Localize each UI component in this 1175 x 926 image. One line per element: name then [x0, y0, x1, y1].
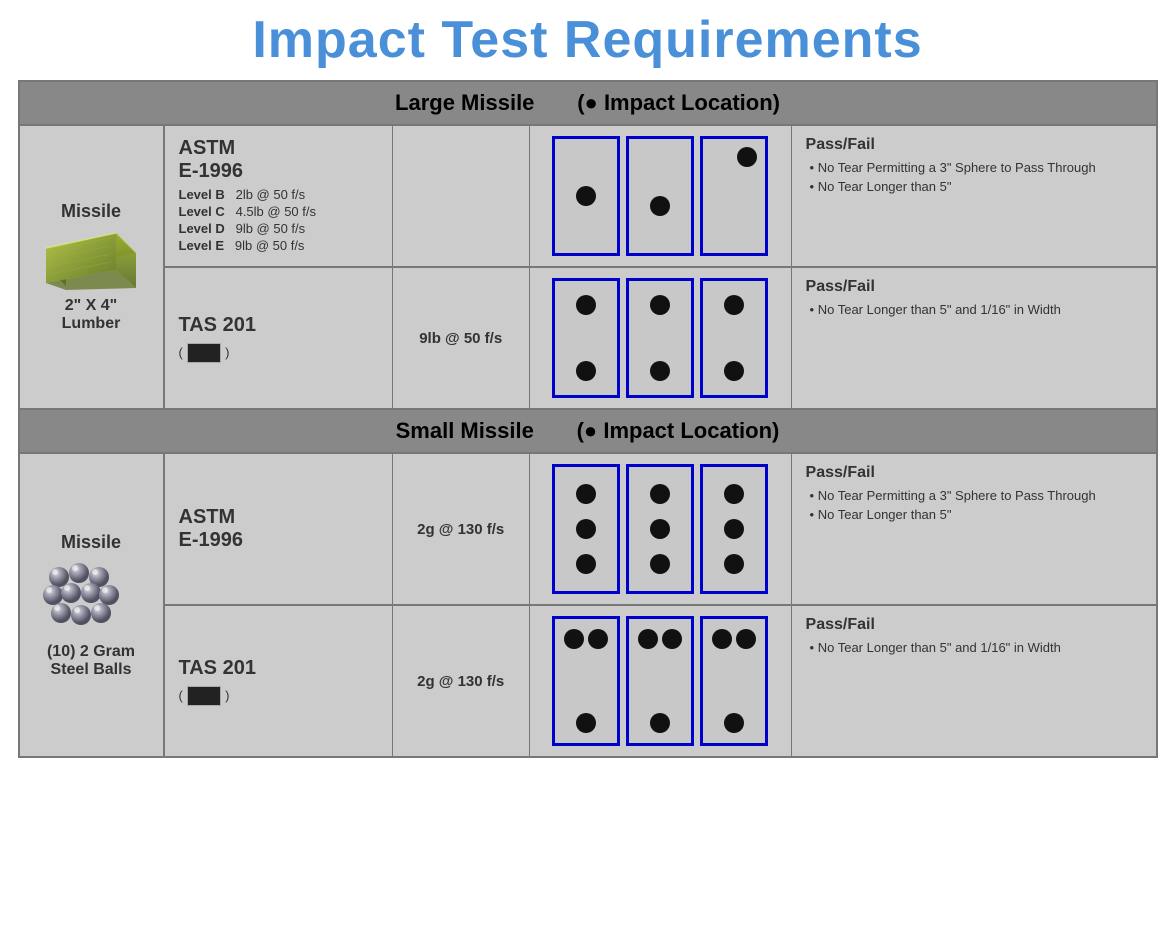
impact-box-1 — [552, 136, 620, 256]
small-astm-spec: 2g @ 130 f/s — [392, 453, 529, 605]
impact-dot — [650, 484, 670, 504]
large-tas-row: TAS 201 ( ) 9lb @ 50 f/s — [19, 267, 1157, 409]
large-astm-spec — [392, 125, 529, 267]
impact-dot — [576, 361, 596, 381]
tas-badge-small — [187, 686, 220, 706]
impact-dot — [576, 484, 596, 504]
impact-dot — [724, 519, 744, 539]
small-astm-passfail: Pass/Fail No Tear Permitting a 3" Sphere… — [791, 453, 1156, 605]
large-astm-passfail: Pass/Fail No Tear Permitting a 3" Sphere… — [791, 125, 1156, 267]
small-astm-row: Missile — [19, 453, 1157, 605]
impact-box-4 — [552, 278, 620, 398]
large-astm-diagrams — [529, 125, 791, 267]
impact-dot — [724, 295, 744, 315]
impact-dot — [650, 196, 670, 216]
large-missile-size: 2" X 4"Lumber — [30, 297, 153, 333]
impact-dot — [588, 629, 608, 649]
impact-dot — [576, 295, 596, 315]
impact-dot — [564, 629, 584, 649]
steel-balls-icon — [41, 559, 141, 639]
small-tas-diagrams — [529, 605, 791, 757]
impact-dot — [650, 519, 670, 539]
impact-dot — [737, 147, 757, 167]
impact-dot — [724, 554, 744, 574]
impact-dot — [650, 295, 670, 315]
impact-dot — [650, 713, 670, 733]
impact-dot — [650, 361, 670, 381]
impact-box-sm-3 — [700, 464, 768, 594]
impact-dot — [724, 484, 744, 504]
small-missile-label: Missile — [30, 532, 153, 553]
large-astm-row: Missile — [19, 125, 1157, 267]
page-title: Impact Test Requirements — [252, 10, 922, 70]
small-missile-cell: Missile — [19, 453, 164, 757]
impact-dot — [576, 554, 596, 574]
impact-dot — [576, 519, 596, 539]
small-astm-standard: ASTME-1996 — [164, 453, 393, 605]
impact-box-2 — [626, 136, 694, 256]
large-astm-standard: ASTME-1996 Level B 2lb @ 50 f/s Level C … — [164, 125, 393, 267]
impact-dot — [662, 629, 682, 649]
tas-badge — [187, 343, 220, 363]
impact-dot — [724, 361, 744, 381]
impact-box-3 — [700, 136, 768, 256]
impact-box-5 — [626, 278, 694, 398]
lumber-icon — [36, 228, 146, 293]
small-tas-spec: 2g @ 130 f/s — [392, 605, 529, 757]
small-tas-row: TAS 201 ( ) 2g @ 130 f/s — [19, 605, 1157, 757]
small-astm-diagrams — [529, 453, 791, 605]
large-missile-header: Large Missile (● Impact Location) — [19, 81, 1157, 125]
large-tas-spec: 9lb @ 50 f/s — [392, 267, 529, 409]
impact-dot — [650, 554, 670, 574]
impact-dot — [638, 629, 658, 649]
impact-box-sm-tas-1 — [552, 616, 620, 746]
impact-dot — [724, 713, 744, 733]
small-missile-size: (10) 2 GramSteel Balls — [30, 643, 153, 679]
large-tas-diagrams — [529, 267, 791, 409]
impact-box-sm-1 — [552, 464, 620, 594]
large-missile-label: Missile — [30, 201, 153, 222]
small-tas-standard: TAS 201 ( ) — [164, 605, 393, 757]
impact-dot — [712, 629, 732, 649]
small-missile-header: Small Missile (● Impact Location) — [19, 409, 1157, 453]
large-tas-standard: TAS 201 ( ) — [164, 267, 393, 409]
impact-box-sm-tas-2 — [626, 616, 694, 746]
impact-dot — [576, 713, 596, 733]
large-missile-cell: Missile — [19, 125, 164, 409]
main-table: Large Missile (● Impact Location) Missil… — [18, 80, 1158, 758]
impact-dot — [576, 186, 596, 206]
impact-box-sm-tas-3 — [700, 616, 768, 746]
large-tas-passfail: Pass/Fail No Tear Longer than 5" and 1/1… — [791, 267, 1156, 409]
impact-box-6 — [700, 278, 768, 398]
small-tas-passfail: Pass/Fail No Tear Longer than 5" and 1/1… — [791, 605, 1156, 757]
impact-box-sm-2 — [626, 464, 694, 594]
impact-dot — [736, 629, 756, 649]
